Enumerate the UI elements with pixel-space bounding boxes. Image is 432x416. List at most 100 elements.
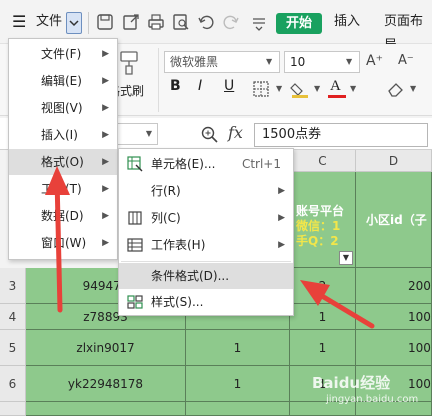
menu-item-file[interactable]: 文件(F) ▶: [9, 41, 117, 67]
decrease-font-icon[interactable]: A⁻: [398, 53, 414, 68]
increase-font-icon[interactable]: A⁺: [366, 53, 383, 69]
submenu-arrow-icon: ▶: [102, 238, 109, 248]
column-icon: [128, 211, 142, 225]
column-header-d[interactable]: D: [356, 150, 432, 172]
row-header[interactable]: 3: [0, 268, 26, 304]
submenu-item-column[interactable]: 列(C) ▶: [119, 205, 293, 231]
menu-item-label: 格式(O): [41, 155, 84, 169]
menu-item-insert[interactable]: 插入(I) ▶: [9, 122, 117, 148]
undo-icon[interactable]: [197, 13, 215, 31]
fill-bucket-icon[interactable]: [290, 80, 312, 98]
table-cell[interactable]: 1: [186, 330, 290, 366]
style-icon: [127, 295, 143, 309]
table-cell[interactable]: 1009: [356, 304, 432, 330]
submenu-item-label: 行(R): [151, 184, 181, 198]
menu-item-data[interactable]: 数据(D) ▶: [9, 203, 117, 229]
menu-item-view[interactable]: 视图(V) ▶: [9, 95, 117, 121]
table-cell[interactable]: 1: [186, 366, 290, 402]
font-size-chevron-icon[interactable]: ▼: [346, 57, 352, 66]
save-icon[interactable]: [96, 13, 114, 31]
table-cell[interactable]: 2000: [356, 268, 432, 304]
submenu-item-style[interactable]: 样式(S)...: [119, 289, 293, 315]
column-header-c[interactable]: C: [290, 150, 356, 172]
submenu-arrow-icon: ▶: [278, 240, 285, 250]
fx-label[interactable]: fx: [228, 123, 243, 142]
submenu-item-label: 列(C): [151, 211, 181, 225]
row-header[interactable]: 4: [0, 304, 26, 330]
tab-page-layout[interactable]: 页面布局: [384, 10, 432, 53]
hamburger-icon[interactable]: ☰: [12, 10, 26, 34]
row-header[interactable]: 6: [0, 366, 26, 402]
tab-start[interactable]: 开始: [276, 13, 322, 34]
table-cell[interactable]: [186, 402, 290, 416]
menu-item-label: 编辑(E): [41, 74, 82, 88]
header-platform-qq: 手Q：2: [296, 234, 339, 248]
print-icon[interactable]: [147, 13, 165, 31]
menu-item-edit[interactable]: 编辑(E) ▶: [9, 68, 117, 94]
header-cell-district-id[interactable]: 小区id（子: [356, 172, 432, 268]
submenu-item-row[interactable]: 行(R) ▶: [119, 178, 293, 204]
tab-insert[interactable]: 插入: [334, 10, 360, 34]
submenu-item-label: 单元格(E)...: [151, 157, 216, 171]
menu-item-label: 文件(F): [41, 47, 82, 61]
submenu-arrow-icon: ▶: [278, 186, 285, 196]
eraser-icon[interactable]: [386, 80, 406, 98]
table-cell[interactable]: 1: [290, 304, 356, 330]
menu-item-tools[interactable]: 工具(T) ▶: [9, 176, 117, 202]
redo-icon[interactable]: [222, 13, 240, 31]
table-cell[interactable]: 1: [290, 330, 356, 366]
menu-item-label: 工具(T): [41, 182, 82, 196]
file-menu-button[interactable]: 文件: [36, 10, 62, 34]
submenu-arrow-icon: ▶: [102, 49, 109, 59]
print-preview-icon[interactable]: [172, 13, 190, 31]
fill-chevron-icon[interactable]: ▼: [314, 84, 320, 93]
borders-icon[interactable]: [252, 80, 272, 98]
eraser-chevron-icon[interactable]: ▼: [410, 84, 416, 93]
table-cell[interactable]: 2: [290, 268, 356, 304]
submenu-item-label: 样式(S)...: [151, 295, 204, 309]
more-options-icon[interactable]: [250, 13, 268, 31]
export-icon[interactable]: [122, 13, 140, 31]
submenu-item-cells[interactable]: 单元格(E)... Ctrl+1: [119, 151, 293, 177]
menu-item-label: 窗口(W): [41, 236, 87, 250]
watermark-url: jingyan.baidu.com: [326, 394, 419, 405]
font-color-chevron-icon: ▼: [350, 84, 357, 93]
name-box-chevron-icon: ▼: [145, 129, 152, 138]
file-dropdown-menu: 文件(F) ▶ 编辑(E) ▶ 视图(V) ▶ 插入(I) ▶ 格式(O) ▶ 工具(T)…: [8, 38, 118, 260]
zoom-search-icon[interactable]: [200, 125, 220, 145]
borders-chevron-icon[interactable]: ▼: [276, 84, 282, 93]
menu-item-label: 视图(V): [41, 101, 83, 115]
font-color-swatch: [328, 95, 346, 98]
bold-button[interactable]: B: [170, 78, 181, 94]
submenu-arrow-icon: ▶: [102, 130, 109, 140]
submenu-arrow-icon: ▶: [102, 103, 109, 113]
font-name-select[interactable]: 微软雅黑: [164, 51, 280, 73]
row-header[interactable]: [0, 402, 26, 416]
row-header[interactable]: 5: [0, 330, 26, 366]
submenu-item-worksheet[interactable]: 工作表(H) ▶: [119, 232, 293, 258]
submenu-item-label: 条件格式(D)...: [151, 269, 230, 283]
header-platform-label: 账号平台: [296, 204, 345, 218]
table-cell[interactable]: [26, 402, 186, 416]
italic-button[interactable]: I: [198, 78, 202, 94]
format-painter-icon[interactable]: [118, 50, 140, 76]
name-box[interactable]: ▼: [116, 123, 158, 145]
file-menu-dropdown-arrow[interactable]: [66, 12, 82, 34]
font-color-button[interactable]: A ▼: [328, 76, 368, 100]
submenu-arrow-icon: ▶: [278, 213, 285, 223]
submenu-item-conditional-format[interactable]: 条件格式(D)...: [119, 263, 293, 289]
underline-button[interactable]: U: [224, 78, 234, 94]
table-cell[interactable]: zlxin9017: [26, 330, 186, 366]
font-name-chevron-icon[interactable]: ▼: [266, 57, 272, 66]
worksheet-icon: [127, 238, 143, 252]
menu-item-format[interactable]: 格式(O) ▶: [9, 149, 117, 175]
menu-item-window[interactable]: 窗口(W) ▶: [9, 230, 117, 256]
formula-input[interactable]: 1500点券: [254, 123, 428, 147]
format-submenu: 单元格(E)... Ctrl+1 行(R) ▶ 列(C) ▶ 工作表(H) ▶ …: [118, 148, 294, 316]
submenu-item-label: 工作表(H): [151, 238, 206, 252]
table-cell[interactable]: yk22948178: [26, 366, 186, 402]
submenu-arrow-icon: ▶: [102, 157, 109, 167]
filter-dropdown-icon[interactable]: ▼: [339, 251, 353, 265]
table-cell[interactable]: 1005: [356, 330, 432, 366]
header-cell-platform[interactable]: 账号平台 微信：1 手Q：2 ▼: [290, 172, 356, 268]
